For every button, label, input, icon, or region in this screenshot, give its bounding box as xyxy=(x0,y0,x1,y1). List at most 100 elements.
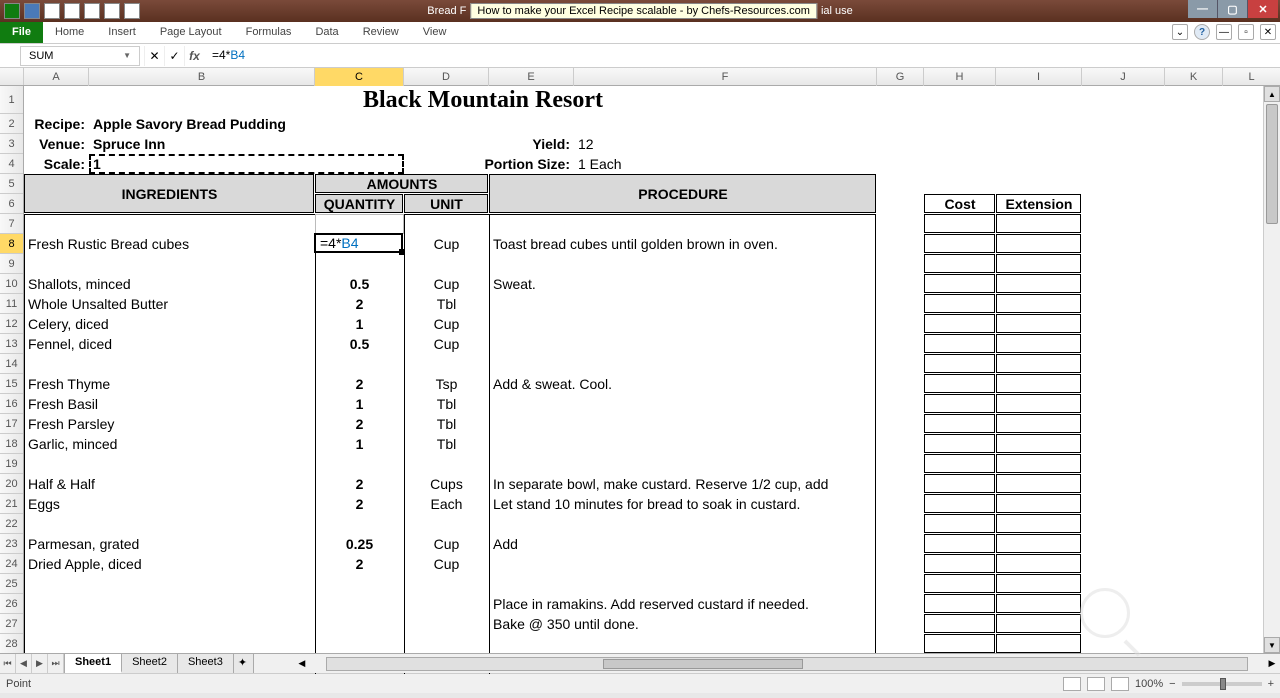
zoom-in-button[interactable]: + xyxy=(1268,678,1274,690)
ingredient-name-12[interactable]: Celery, diced xyxy=(24,314,315,334)
page-break-view-button[interactable] xyxy=(1111,677,1129,691)
file-tab[interactable]: File xyxy=(0,22,43,43)
column-header-L[interactable]: L xyxy=(1223,68,1280,86)
fx-button[interactable]: fx xyxy=(184,46,204,66)
hscroll-right-button[interactable]: ▶ xyxy=(1264,658,1280,669)
undo-icon[interactable] xyxy=(44,3,60,19)
column-header-G[interactable]: G xyxy=(877,68,924,86)
procedure-10[interactable]: Sweat. xyxy=(489,274,877,294)
column-header-I[interactable]: I xyxy=(996,68,1082,86)
name-box[interactable]: SUM ▼ xyxy=(20,46,140,66)
ingredient-name-21[interactable]: Eggs xyxy=(24,494,315,514)
yield-label[interactable]: Yield: xyxy=(489,134,574,154)
ingredient-name-10[interactable]: Shallots, minced xyxy=(24,274,315,294)
hscroll-track[interactable] xyxy=(326,657,1248,671)
ingredient-qty-13[interactable]: 0.5 xyxy=(315,334,404,354)
ingredient-name-15[interactable]: Fresh Thyme xyxy=(24,374,315,394)
ingredient-qty-21[interactable]: 2 xyxy=(315,494,404,514)
row-header-18[interactable]: 18 xyxy=(0,434,23,454)
scale-value[interactable]: 1 xyxy=(89,154,315,174)
column-header-F[interactable]: F xyxy=(574,68,877,86)
header-cost[interactable]: Cost xyxy=(924,194,996,214)
cancel-formula-button[interactable]: ✕ xyxy=(144,46,164,66)
ingredient-unit-10[interactable]: Cup xyxy=(404,274,489,294)
ingredient-unit-11[interactable]: Tbl xyxy=(404,294,489,314)
row-header-19[interactable]: 19 xyxy=(0,454,23,474)
recipe-label[interactable]: Recipe: xyxy=(24,114,89,134)
minimize-ribbon-icon[interactable]: — xyxy=(1216,24,1232,40)
ingredient-name-20[interactable]: Half & Half xyxy=(24,474,315,494)
ingredient-name-23[interactable]: Parmesan, grated xyxy=(24,534,315,554)
ingredient-qty-16[interactable]: 1 xyxy=(315,394,404,414)
ingredient-unit-17[interactable]: Tbl xyxy=(404,414,489,434)
procedure-26[interactable]: Place in ramakins. Add reserved custard … xyxy=(489,594,877,614)
column-header-K[interactable]: K xyxy=(1165,68,1223,86)
row-header-12[interactable]: 12 xyxy=(0,314,23,334)
row-header-9[interactable]: 9 xyxy=(0,254,23,274)
ingredient-unit-16[interactable]: Tbl xyxy=(404,394,489,414)
row-header-1[interactable]: 1 xyxy=(0,86,23,114)
formula-input[interactable]: =4*B4 xyxy=(204,46,1280,66)
row-header-6[interactable]: 6 xyxy=(0,194,23,214)
column-header-D[interactable]: D xyxy=(404,68,489,86)
active-cell-editor[interactable]: =4*B4 xyxy=(314,233,403,253)
ribbon-options-icon[interactable]: ⌄ xyxy=(1172,24,1188,40)
portion-value[interactable]: 1 Each xyxy=(574,154,877,174)
redo-icon[interactable] xyxy=(64,3,80,19)
tab-home[interactable]: Home xyxy=(43,22,96,43)
row-header-22[interactable]: 22 xyxy=(0,514,23,534)
row-header-20[interactable]: 20 xyxy=(0,474,23,494)
ingredient-unit-21[interactable]: Each xyxy=(404,494,489,514)
sheet-nav-first[interactable]: ⏮ xyxy=(0,654,16,673)
page-layout-view-button[interactable] xyxy=(1087,677,1105,691)
row-header-21[interactable]: 21 xyxy=(0,494,23,514)
tab-page-layout[interactable]: Page Layout xyxy=(148,22,234,43)
ingredient-unit-18[interactable]: Tbl xyxy=(404,434,489,454)
select-all-corner[interactable] xyxy=(0,68,24,85)
zoom-out-button[interactable]: − xyxy=(1169,678,1175,690)
row-header-2[interactable]: 2 xyxy=(0,114,23,134)
row-header-28[interactable]: 28 xyxy=(0,634,23,654)
header-extension[interactable]: Extension xyxy=(996,194,1082,214)
row-header-11[interactable]: 11 xyxy=(0,294,23,314)
header-procedure[interactable]: PROCEDURE xyxy=(489,174,877,214)
ingredient-unit-8[interactable]: Cup xyxy=(404,234,489,254)
procedure-23[interactable]: Add xyxy=(489,534,877,554)
ingredient-qty-18[interactable]: 1 xyxy=(315,434,404,454)
hscroll-left-button[interactable]: ◀ xyxy=(294,658,310,669)
zoom-slider[interactable] xyxy=(1182,682,1262,686)
header-unit[interactable]: UNIT xyxy=(404,194,489,214)
ingredient-qty-10[interactable]: 0.5 xyxy=(315,274,404,294)
sheet-tab-1[interactable]: Sheet1 xyxy=(65,654,122,673)
new-sheet-button[interactable]: ✦ xyxy=(234,654,254,673)
minimize-button[interactable]: — xyxy=(1188,0,1218,18)
qat-icon-1[interactable] xyxy=(84,3,100,19)
yield-value[interactable]: 12 xyxy=(574,134,877,154)
ingredient-qty-17[interactable]: 2 xyxy=(315,414,404,434)
venue-value[interactable]: Spruce Inn xyxy=(89,134,315,154)
zoom-level[interactable]: 100% xyxy=(1135,678,1163,690)
vscroll-thumb[interactable] xyxy=(1266,104,1278,224)
sheet-tab-3[interactable]: Sheet3 xyxy=(178,654,234,673)
ingredient-name-13[interactable]: Fennel, diced xyxy=(24,334,315,354)
ingredient-qty-12[interactable]: 1 xyxy=(315,314,404,334)
horizontal-scrollbar[interactable]: ◀ ▶ xyxy=(294,654,1280,673)
qat-icon-2[interactable] xyxy=(104,3,120,19)
row-header-23[interactable]: 23 xyxy=(0,534,23,554)
scroll-down-button[interactable]: ▼ xyxy=(1264,637,1280,653)
ingredient-name-11[interactable]: Whole Unsalted Butter xyxy=(24,294,315,314)
row-header-8[interactable]: 8 xyxy=(0,234,23,254)
ingredient-name-17[interactable]: Fresh Parsley xyxy=(24,414,315,434)
header-ingredients[interactable]: INGREDIENTS xyxy=(24,174,315,214)
normal-view-button[interactable] xyxy=(1063,677,1081,691)
tab-data[interactable]: Data xyxy=(303,22,350,43)
ingredient-name-18[interactable]: Garlic, minced xyxy=(24,434,315,454)
enter-formula-button[interactable]: ✓ xyxy=(164,46,184,66)
row-header-25[interactable]: 25 xyxy=(0,574,23,594)
name-box-dropdown-icon[interactable]: ▼ xyxy=(123,51,131,60)
portion-label[interactable]: Portion Size: xyxy=(489,154,574,174)
tab-review[interactable]: Review xyxy=(351,22,411,43)
row-header-16[interactable]: 16 xyxy=(0,394,23,414)
procedure-27[interactable]: Bake @ 350 until done. xyxy=(489,614,877,634)
venue-label[interactable]: Venue: xyxy=(24,134,89,154)
